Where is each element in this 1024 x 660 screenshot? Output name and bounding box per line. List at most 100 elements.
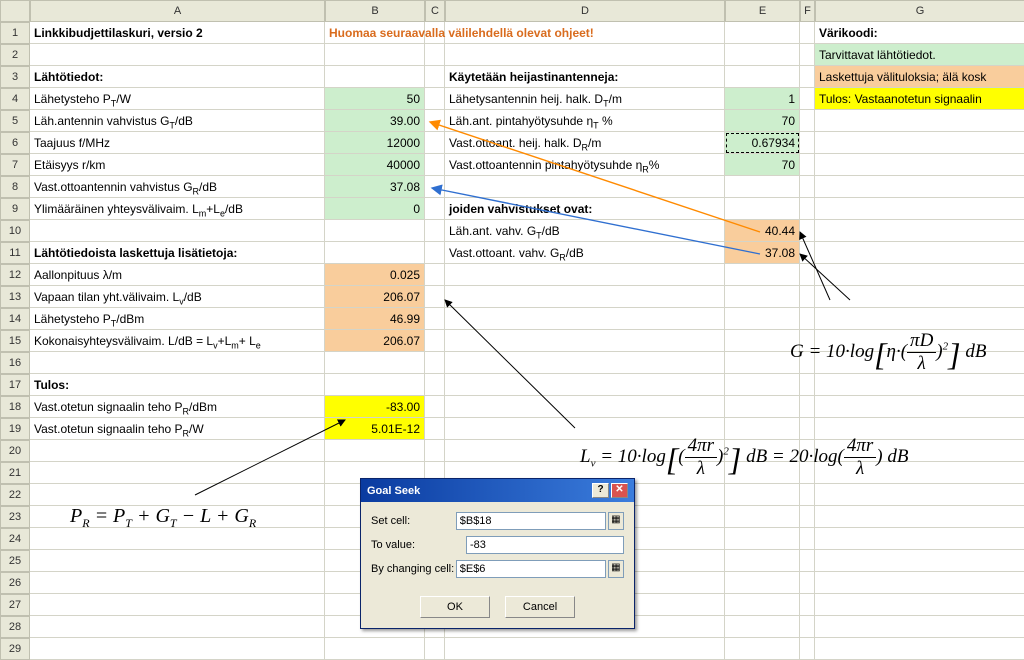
cell[interactable] (425, 110, 445, 132)
cell[interactable] (425, 308, 445, 330)
cell[interactable]: Vast.ottoant. vahv. GR/dB (445, 242, 725, 264)
row-header[interactable]: 14 (0, 308, 30, 330)
cell[interactable] (425, 418, 445, 440)
cell[interactable] (800, 506, 815, 528)
cell[interactable] (425, 198, 445, 220)
cell[interactable]: 5.01E-12 (325, 418, 425, 440)
col-header-G[interactable]: G (815, 0, 1024, 22)
cell[interactable]: Läh.antennin vahvistus GT/dB (30, 110, 325, 132)
cell[interactable] (325, 352, 425, 374)
cell[interactable]: Lähetysteho PT/W (30, 88, 325, 110)
cell[interactable] (425, 154, 445, 176)
cell[interactable] (815, 176, 1024, 198)
row-header[interactable]: 9 (0, 198, 30, 220)
cell[interactable] (30, 550, 325, 572)
cell[interactable] (725, 330, 800, 352)
cell[interactable] (425, 440, 445, 462)
cell[interactable]: -83.00 (325, 396, 425, 418)
cell[interactable]: 39.00 (325, 110, 425, 132)
cell[interactable]: Käytetään heijastinantenneja: (445, 66, 725, 88)
cell[interactable] (425, 396, 445, 418)
cell[interactable] (725, 572, 800, 594)
cell[interactable] (445, 308, 725, 330)
cell[interactable] (815, 484, 1024, 506)
cell[interactable] (425, 638, 445, 660)
cell[interactable] (815, 154, 1024, 176)
row-header[interactable]: 11 (0, 242, 30, 264)
cell[interactable]: Lähetysteho PT/dBm (30, 308, 325, 330)
cell[interactable]: 40.44 (725, 220, 800, 242)
cell[interactable] (725, 176, 800, 198)
cell[interactable]: Huomaa seuraavalla välilehdellä olevat o… (325, 22, 425, 44)
cell[interactable]: Ylimääräinen yhteysvälivaim. Lm+Le/dB (30, 198, 325, 220)
cell[interactable] (800, 264, 815, 286)
row-header[interactable]: 29 (0, 638, 30, 660)
help-icon[interactable]: ? (592, 483, 609, 498)
cell[interactable] (445, 286, 725, 308)
cell[interactable] (425, 66, 445, 88)
row-header[interactable]: 3 (0, 66, 30, 88)
cell[interactable]: 46.99 (325, 308, 425, 330)
col-header-D[interactable]: D (445, 0, 725, 22)
cell[interactable]: 70 (725, 154, 800, 176)
col-header-C[interactable]: C (425, 0, 445, 22)
cell[interactable] (815, 528, 1024, 550)
cell[interactable] (800, 396, 815, 418)
cell[interactable] (800, 616, 815, 638)
cell[interactable] (445, 264, 725, 286)
cell[interactable]: Vast.ottoantennin pintahyötysuhde ηR% (445, 154, 725, 176)
cell[interactable] (815, 506, 1024, 528)
cell[interactable]: 0 (325, 198, 425, 220)
cell[interactable] (800, 220, 815, 242)
cell[interactable] (815, 572, 1024, 594)
cell[interactable] (800, 286, 815, 308)
row-header[interactable]: 10 (0, 220, 30, 242)
cell[interactable] (800, 110, 815, 132)
cell[interactable] (800, 308, 815, 330)
cell[interactable]: 12000 (325, 132, 425, 154)
cell[interactable] (800, 594, 815, 616)
cell[interactable] (815, 550, 1024, 572)
cell[interactable] (325, 44, 425, 66)
col-header-A[interactable]: A (30, 0, 325, 22)
cell[interactable] (725, 506, 800, 528)
cell[interactable] (815, 110, 1024, 132)
row-header[interactable]: 26 (0, 572, 30, 594)
row-header[interactable]: 1 (0, 22, 30, 44)
cell[interactable]: Kokonaisyhteysvälivaim. L/dB = Lv+Lm+ Le (30, 330, 325, 352)
cell[interactable] (325, 374, 425, 396)
cell[interactable]: Taajuus f/MHz (30, 132, 325, 154)
row-header[interactable]: 12 (0, 264, 30, 286)
ref-picker-icon[interactable]: ▦ (608, 512, 624, 530)
cell[interactable] (800, 638, 815, 660)
row-header[interactable]: 28 (0, 616, 30, 638)
cell[interactable] (815, 308, 1024, 330)
cell[interactable] (30, 594, 325, 616)
cell[interactable]: Värikoodi: (815, 22, 1024, 44)
cell[interactable] (800, 176, 815, 198)
row-header[interactable]: 13 (0, 286, 30, 308)
cell[interactable] (445, 396, 725, 418)
row-header[interactable]: 6 (0, 132, 30, 154)
cell[interactable] (445, 176, 725, 198)
dialog-titlebar[interactable]: Goal Seek ? ✕ (361, 479, 634, 502)
goal-seek-dialog[interactable]: Goal Seek ? ✕ Set cell: ▦ To value: By c… (360, 478, 635, 629)
ok-button[interactable]: OK (420, 596, 490, 618)
cell[interactable]: Vast.otetun signaalin teho PR/W (30, 418, 325, 440)
cell[interactable] (800, 242, 815, 264)
cell[interactable] (815, 132, 1024, 154)
cell[interactable] (30, 572, 325, 594)
cell[interactable] (325, 66, 425, 88)
cell[interactable] (30, 220, 325, 242)
cell[interactable] (725, 550, 800, 572)
cell[interactable] (725, 594, 800, 616)
cell[interactable] (815, 198, 1024, 220)
cell[interactable]: Linkkibudjettilaskuri, versio 2 (30, 22, 325, 44)
row-header[interactable]: 15 (0, 330, 30, 352)
legend-input[interactable]: Tarvittavat lähtötiedot. (815, 44, 1024, 66)
cell[interactable] (445, 44, 725, 66)
cell[interactable] (425, 264, 445, 286)
cell[interactable] (800, 198, 815, 220)
cell[interactable] (30, 484, 325, 506)
cell[interactable] (725, 396, 800, 418)
